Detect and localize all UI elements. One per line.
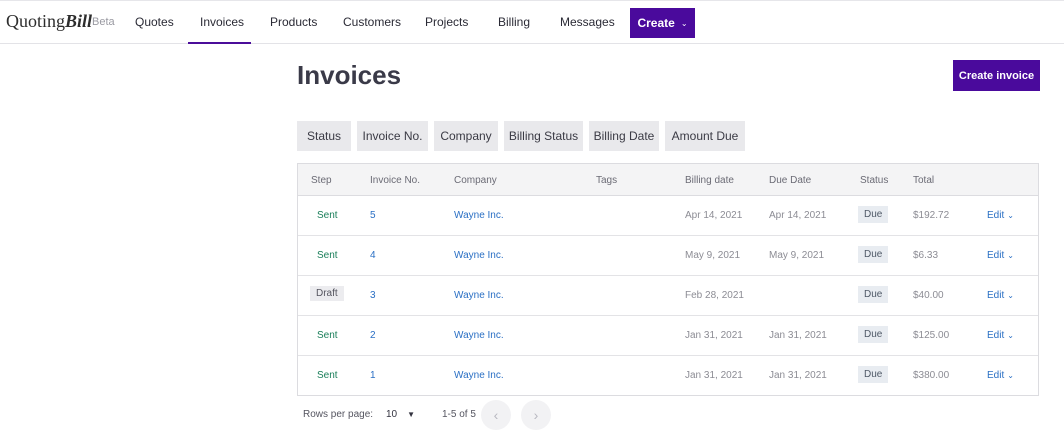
due-date-cell: Jan 31, 2021 bbox=[769, 370, 827, 381]
nav-item-quotes[interactable]: Quotes bbox=[135, 15, 174, 29]
column-header-step[interactable]: Step bbox=[311, 175, 332, 186]
beta-tag: Beta bbox=[92, 16, 115, 28]
total-cell: $380.00 bbox=[913, 370, 950, 381]
status-badge: Due bbox=[858, 366, 889, 383]
company-link[interactable]: Wayne Inc. bbox=[454, 250, 504, 261]
chevron-down-icon: ⌄ bbox=[1007, 371, 1014, 380]
create-dropdown-button[interactable]: Create ⌄ bbox=[630, 8, 695, 38]
column-header-total[interactable]: Total bbox=[913, 175, 934, 186]
edit-label: Edit bbox=[987, 250, 1005, 261]
step-cell: Sent bbox=[317, 210, 338, 221]
nav-item-messages[interactable]: Messages bbox=[560, 15, 615, 29]
company-link[interactable]: Wayne Inc. bbox=[454, 210, 504, 221]
create-label: Create bbox=[637, 16, 675, 30]
status-badge: Due bbox=[858, 326, 889, 343]
billing-date-cell: Apr 14, 2021 bbox=[685, 210, 743, 221]
edit-menu-button[interactable]: Edit ⌄ bbox=[987, 250, 1014, 261]
company-link[interactable]: Wayne Inc. bbox=[454, 290, 504, 301]
edit-label: Edit bbox=[987, 210, 1005, 221]
due-date-cell: Apr 14, 2021 bbox=[769, 210, 827, 221]
create-invoice-button[interactable]: Create invoice bbox=[953, 60, 1040, 91]
invoice-no-link[interactable]: 1 bbox=[370, 370, 376, 381]
invoice-no-link[interactable]: 4 bbox=[370, 250, 376, 261]
chevron-down-icon: ⌄ bbox=[1007, 211, 1014, 220]
column-header-due-date[interactable]: Due Date bbox=[769, 175, 811, 186]
total-cell: $125.00 bbox=[913, 330, 950, 341]
filter-billing-date[interactable]: Billing Date bbox=[589, 121, 659, 151]
edit-menu-button[interactable]: Edit ⌄ bbox=[987, 370, 1014, 381]
table-row[interactable]: Sent 5 Wayne Inc. Apr 14, 2021 Apr 14, 2… bbox=[298, 196, 1038, 236]
step-cell: Sent bbox=[317, 330, 338, 341]
table-row[interactable]: Draft 3 Wayne Inc. Feb 28, 2021 Due $40.… bbox=[298, 276, 1038, 316]
edit-menu-button[interactable]: Edit ⌄ bbox=[987, 290, 1014, 301]
due-date-cell: May 9, 2021 bbox=[769, 250, 825, 261]
rows-per-page-select[interactable]: 10 ▼ bbox=[386, 409, 415, 420]
step-cell: Draft bbox=[310, 286, 344, 301]
column-header-billing-date[interactable]: Billing date bbox=[685, 175, 734, 186]
total-cell: $40.00 bbox=[913, 290, 944, 301]
invoice-no-link[interactable]: 2 bbox=[370, 330, 376, 341]
next-page-button[interactable]: › bbox=[521, 400, 551, 430]
company-link[interactable]: Wayne Inc. bbox=[454, 370, 504, 381]
total-cell: $192.72 bbox=[913, 210, 950, 221]
brand-name-bold: Bill bbox=[65, 11, 93, 31]
pagination-range: 1-5 of 5 bbox=[442, 409, 476, 420]
invoices-table: Step Invoice No. Company Tags Billing da… bbox=[297, 163, 1039, 396]
filter-company[interactable]: Company bbox=[434, 121, 498, 151]
nav-item-billing[interactable]: Billing bbox=[498, 15, 530, 29]
chevron-down-icon: ⌄ bbox=[1007, 251, 1014, 260]
invoice-no-link[interactable]: 5 bbox=[370, 210, 376, 221]
status-badge: Due bbox=[858, 246, 889, 263]
billing-date-cell: Jan 31, 2021 bbox=[685, 330, 743, 341]
rows-per-page-label: Rows per page: bbox=[303, 409, 374, 420]
table-header: Step Invoice No. Company Tags Billing da… bbox=[298, 164, 1038, 196]
table-row[interactable]: Sent 2 Wayne Inc. Jan 31, 2021 Jan 31, 2… bbox=[298, 316, 1038, 356]
edit-menu-button[interactable]: Edit ⌄ bbox=[987, 330, 1014, 341]
brand-name-regular: Quoting bbox=[6, 11, 66, 31]
due-date-cell: Jan 31, 2021 bbox=[769, 330, 827, 341]
caret-down-icon: ▼ bbox=[407, 410, 416, 419]
nav-item-customers[interactable]: Customers bbox=[343, 15, 401, 29]
edit-label: Edit bbox=[987, 290, 1005, 301]
column-header-tags[interactable]: Tags bbox=[596, 175, 617, 186]
chevron-right-icon: › bbox=[533, 407, 539, 423]
edit-label: Edit bbox=[987, 370, 1005, 381]
chevron-left-icon: ‹ bbox=[493, 407, 499, 423]
billing-date-cell: Jan 31, 2021 bbox=[685, 370, 743, 381]
filter-billing-status[interactable]: Billing Status bbox=[504, 121, 583, 151]
column-header-invoice-no[interactable]: Invoice No. bbox=[370, 175, 420, 186]
edit-menu-button[interactable]: Edit ⌄ bbox=[987, 210, 1014, 221]
nav-item-products[interactable]: Products bbox=[270, 15, 317, 29]
chevron-down-icon: ⌄ bbox=[680, 18, 688, 28]
nav-item-invoices[interactable]: Invoices bbox=[200, 15, 244, 29]
invoice-no-link[interactable]: 3 bbox=[370, 290, 376, 301]
previous-page-button[interactable]: ‹ bbox=[481, 400, 511, 430]
company-link[interactable]: Wayne Inc. bbox=[454, 330, 504, 341]
page-title: Invoices bbox=[297, 60, 402, 90]
status-badge: Due bbox=[858, 206, 889, 223]
filter-invoice-no[interactable]: Invoice No. bbox=[357, 121, 428, 151]
total-cell: $6.33 bbox=[913, 250, 939, 261]
billing-date-cell: Feb 28, 2021 bbox=[685, 290, 744, 301]
billing-date-cell: May 9, 2021 bbox=[685, 250, 741, 261]
nav-item-projects[interactable]: Projects bbox=[425, 15, 468, 29]
rows-per-page-value: 10 bbox=[386, 409, 398, 420]
chevron-down-icon: ⌄ bbox=[1007, 291, 1014, 300]
brand-logo[interactable]: QuotingBill bbox=[6, 11, 92, 32]
active-nav-indicator bbox=[188, 42, 251, 44]
status-badge: Due bbox=[858, 286, 889, 303]
edit-label: Edit bbox=[987, 330, 1005, 341]
top-navbar: QuotingBill Beta Quotes Invoices Product… bbox=[0, 0, 1064, 44]
filter-status[interactable]: Status bbox=[297, 121, 351, 151]
chevron-down-icon: ⌄ bbox=[1007, 331, 1014, 340]
step-cell: Sent bbox=[317, 250, 338, 261]
column-header-status[interactable]: Status bbox=[860, 175, 888, 186]
filter-amount-due[interactable]: Amount Due bbox=[665, 121, 745, 151]
column-header-company[interactable]: Company bbox=[454, 175, 497, 186]
table-row[interactable]: Sent 1 Wayne Inc. Jan 31, 2021 Jan 31, 2… bbox=[298, 356, 1038, 396]
table-row[interactable]: Sent 4 Wayne Inc. May 9, 2021 May 9, 202… bbox=[298, 236, 1038, 276]
step-cell: Sent bbox=[317, 370, 338, 381]
